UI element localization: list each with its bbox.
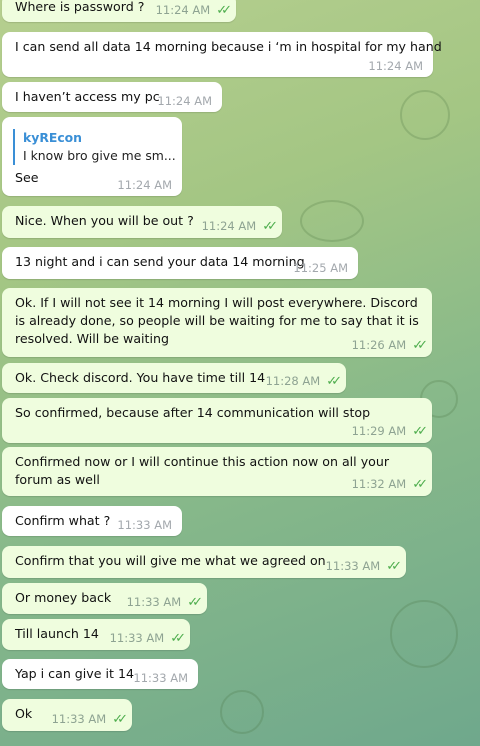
message-text: Nice. When you will be out ? bbox=[15, 213, 194, 228]
message-bubble-outgoing[interactable]: So confirmed, because after 14 communica… bbox=[2, 398, 432, 443]
reply-preview[interactable]: kyREcon I know bro give me sm... bbox=[13, 129, 176, 165]
message-meta: 11:24 AM ✓✓ bbox=[155, 1, 232, 20]
message-bubble-incoming[interactable]: kyREcon I know bro give me sm... See 11:… bbox=[2, 117, 182, 196]
message-meta: 11:26 AM ✓✓ bbox=[351, 336, 428, 355]
read-receipt-icon: ✓✓ bbox=[216, 3, 232, 18]
message-bubble-outgoing[interactable]: Nice. When you will be out ? 11:24 AM ✓✓ bbox=[2, 206, 282, 238]
message-time: 11:33 AM bbox=[51, 712, 107, 726]
reply-author: kyREcon bbox=[23, 130, 83, 145]
message-bubble-outgoing[interactable]: Confirmed now or I will continue this ac… bbox=[2, 447, 432, 496]
message-bubble-outgoing[interactable]: Confirm that you will give me what we ag… bbox=[2, 546, 406, 578]
message-time: 11:26 AM bbox=[351, 338, 407, 352]
message-bubble-incoming[interactable]: I haven’t access my pc 11:24 AM bbox=[2, 82, 222, 112]
message-time: 11:33 AM bbox=[126, 595, 182, 609]
message-bubble-outgoing[interactable]: Or money back 11:33 AM ✓✓ bbox=[2, 583, 207, 614]
message-time: 11:29 AM bbox=[351, 424, 407, 438]
read-receipt-icon: ✓✓ bbox=[326, 374, 342, 389]
message-meta: 11:28 AM ✓✓ bbox=[265, 372, 342, 391]
message-time: 11:28 AM bbox=[265, 374, 321, 388]
message-time: 11:24 AM bbox=[117, 178, 172, 192]
message-time: 11:32 AM bbox=[351, 477, 407, 491]
message-bubble-outgoing[interactable]: Where is password ? 11:24 AM ✓✓ bbox=[2, 0, 236, 22]
message-time: 11:33 AM bbox=[325, 559, 381, 573]
read-receipt-icon: ✓✓ bbox=[170, 631, 186, 646]
message-meta: 11:33 AM ✓✓ bbox=[126, 593, 203, 612]
message-time: 11:33 AM bbox=[133, 671, 188, 685]
message-text: I can send all data 14 morning because i… bbox=[15, 39, 442, 54]
message-text: Till launch 14 bbox=[15, 626, 99, 641]
message-text: Yap i can give it 14 bbox=[15, 666, 134, 681]
message-time: 11:24 AM bbox=[155, 3, 211, 17]
read-receipt-icon: ✓✓ bbox=[412, 424, 428, 439]
message-text: Where is password ? bbox=[15, 0, 145, 14]
message-bubble-outgoing[interactable]: Ok. If I will not see it 14 morning I wi… bbox=[2, 288, 432, 357]
message-text: Confirm what ? bbox=[15, 513, 111, 528]
message-text: 13 night and i can send your data 14 mor… bbox=[15, 254, 305, 269]
message-bubble-outgoing[interactable]: Till launch 14 11:33 AM ✓✓ bbox=[2, 619, 190, 650]
message-meta: 11:33 AM ✓✓ bbox=[51, 710, 128, 729]
message-time: 11:24 AM bbox=[157, 94, 212, 108]
read-receipt-icon: ✓✓ bbox=[112, 712, 128, 727]
message-bubble-incoming[interactable]: 13 night and i can send your data 14 mor… bbox=[2, 247, 358, 279]
message-meta: 11:24 AM ✓✓ bbox=[201, 217, 278, 236]
message-text: So confirmed, because after 14 communica… bbox=[15, 405, 371, 420]
message-text: Or money back bbox=[15, 590, 112, 605]
read-receipt-icon: ✓✓ bbox=[386, 559, 402, 574]
message-meta: 11:32 AM ✓✓ bbox=[351, 475, 428, 494]
background-doodle bbox=[400, 90, 450, 140]
message-bubble-incoming[interactable]: Confirm what ? 11:33 AM bbox=[2, 506, 182, 536]
message-time: 11:24 AM bbox=[368, 59, 423, 73]
message-bubble-outgoing[interactable]: Ok 11:33 AM ✓✓ bbox=[2, 699, 132, 731]
message-time: 11:25 AM bbox=[293, 261, 348, 275]
message-meta: 11:33 AM ✓✓ bbox=[325, 557, 402, 576]
message-time: 11:24 AM bbox=[201, 219, 257, 233]
read-receipt-icon: ✓✓ bbox=[262, 219, 278, 234]
read-receipt-icon: ✓✓ bbox=[187, 595, 203, 610]
message-bubble-incoming[interactable]: Yap i can give it 14 11:33 AM bbox=[2, 659, 198, 689]
message-bubble-incoming[interactable]: I can send all data 14 morning because i… bbox=[2, 32, 442, 77]
message-meta: 11:33 AM ✓✓ bbox=[109, 629, 186, 648]
message-time: 11:33 AM bbox=[117, 518, 172, 532]
background-doodle bbox=[390, 600, 458, 668]
message-text: Ok bbox=[15, 706, 33, 721]
background-doodle bbox=[300, 200, 364, 242]
message-text: Confirm that you will give me what we ag… bbox=[15, 553, 326, 568]
background-doodle bbox=[220, 690, 264, 734]
reply-snippet: I know bro give me sm... bbox=[23, 148, 176, 163]
message-meta: 11:29 AM ✓✓ bbox=[351, 422, 428, 441]
read-receipt-icon: ✓✓ bbox=[412, 338, 428, 353]
message-bubble-outgoing[interactable]: Ok. Check discord. You have time till 14… bbox=[2, 363, 346, 393]
message-text: I haven’t access my pc bbox=[15, 89, 160, 104]
message-time: 11:33 AM bbox=[109, 631, 165, 645]
read-receipt-icon: ✓✓ bbox=[412, 477, 428, 492]
message-text: Ok. Check discord. You have time till 14 bbox=[15, 370, 266, 385]
